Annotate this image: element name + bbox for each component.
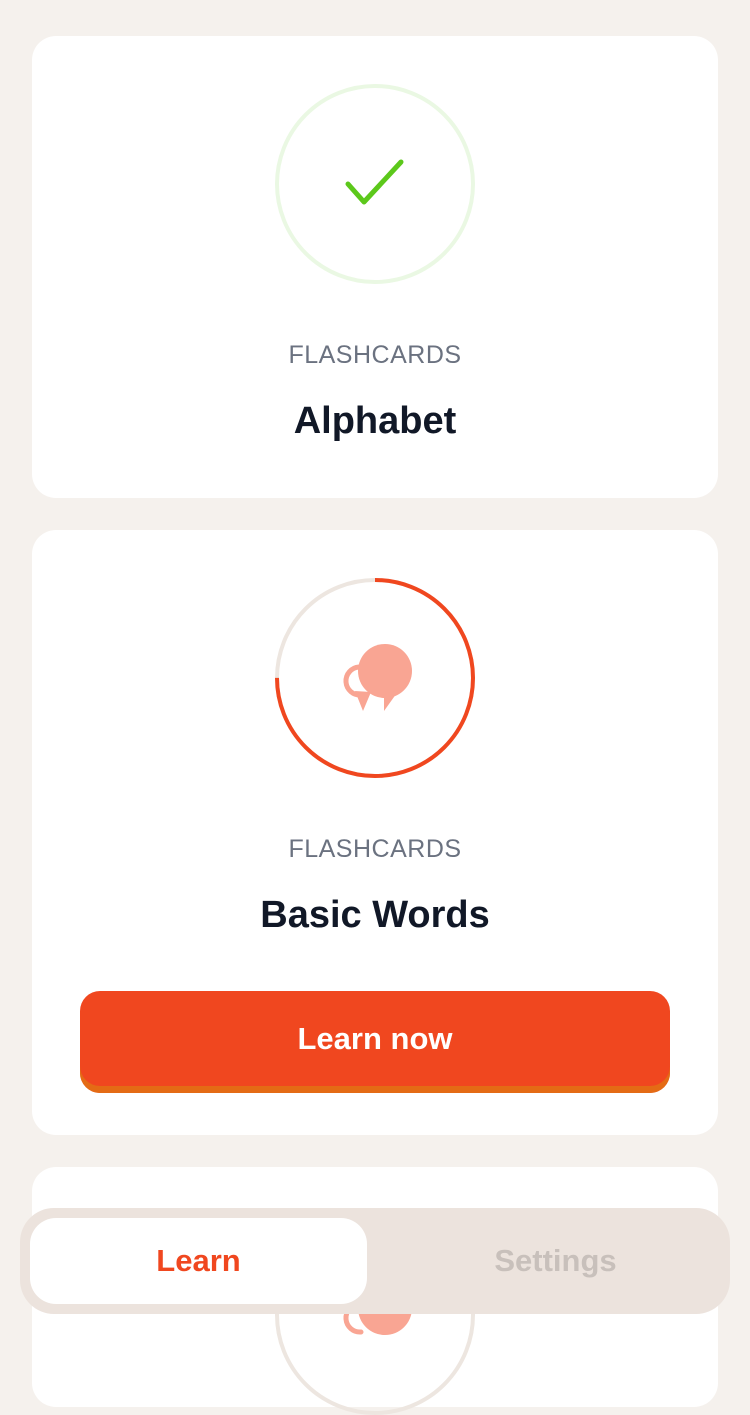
learn-now-button[interactable]: Learn now (80, 991, 670, 1093)
card-category: FLASHCARDS (288, 835, 462, 863)
card-title: Basic Words (260, 894, 490, 936)
card-category: FLASHCARDS (288, 341, 462, 369)
lesson-card-basic-words[interactable]: FLASHCARDS Basic Words Learn now (32, 530, 718, 1135)
speech-bubbles-icon (343, 644, 412, 711)
progress-ring-complete (275, 84, 475, 284)
tab-learn[interactable]: Learn (30, 1218, 367, 1304)
card-title: Alphabet (293, 400, 457, 442)
progress-ring (275, 578, 475, 778)
checkmark-icon (345, 159, 404, 205)
lesson-card-alphabet[interactable]: FLASHCARDS Alphabet (32, 36, 718, 498)
tab-settings[interactable]: Settings (387, 1218, 724, 1304)
bottom-tab-bar: Learn Settings (20, 1208, 730, 1314)
